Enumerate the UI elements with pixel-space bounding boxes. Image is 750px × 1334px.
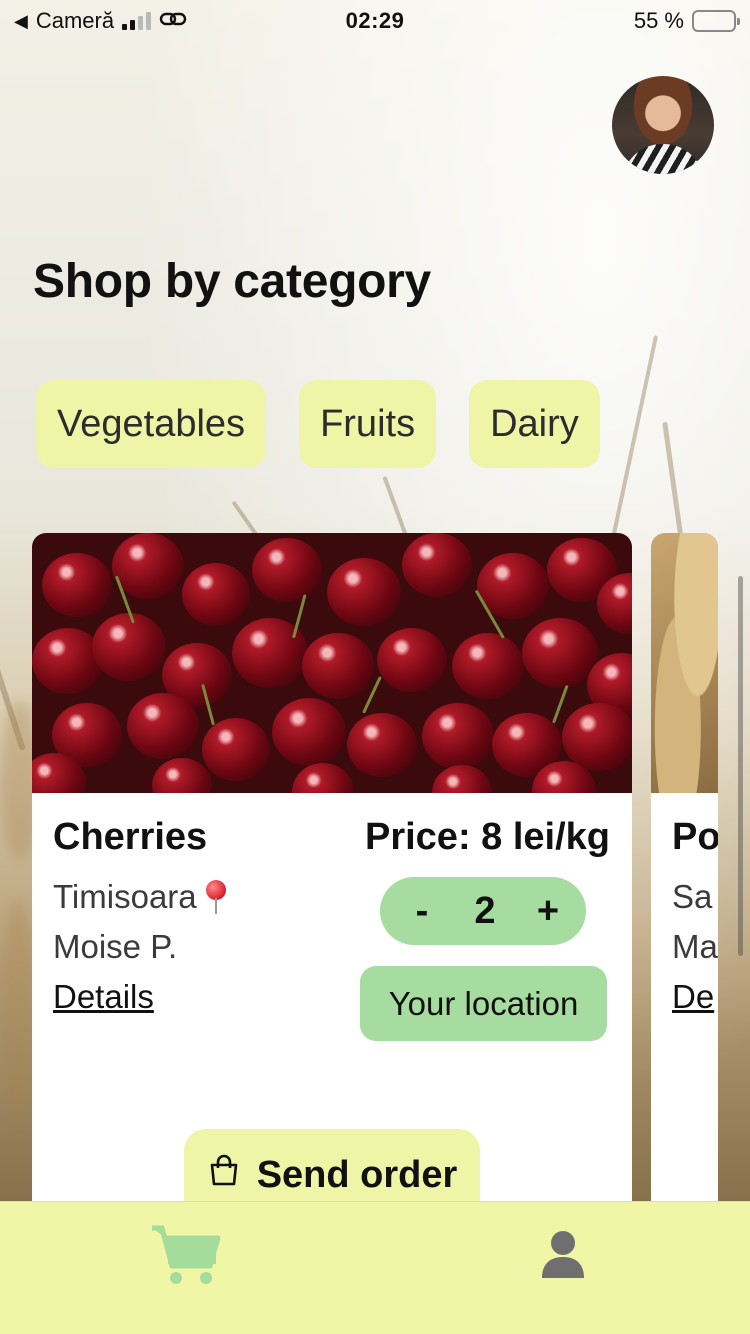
category-chips: Vegetables Fruits Dairy [36, 380, 600, 468]
product-card-next[interactable]: Po Sa Ma De [651, 533, 718, 1233]
cherry-texture [432, 765, 492, 793]
pin-icon [203, 880, 229, 914]
category-chip-fruits[interactable]: Fruits [299, 380, 437, 468]
cherry-texture [562, 703, 632, 772]
product-name-next: Po [672, 816, 718, 858]
details-link-next[interactable]: De [672, 978, 714, 1016]
cherry-texture [127, 693, 199, 760]
status-bar: ◀ Cameră 02:29 55 % [0, 0, 750, 40]
product-image-cherries [32, 533, 632, 793]
cherry-texture [522, 618, 598, 688]
cherry-texture [292, 763, 354, 793]
category-chip-dairy[interactable]: Dairy [469, 380, 600, 468]
product-city-label: Timisoara [53, 878, 197, 915]
product-name: Cherries [53, 816, 208, 858]
product-image-next [651, 533, 718, 793]
cart-icon[interactable] [150, 1222, 222, 1288]
page-title: Shop by category [33, 255, 431, 308]
your-location-button[interactable]: Your location [360, 966, 607, 1041]
cherry-stem [552, 684, 569, 724]
quantity-stepper: - 2 + [380, 877, 586, 945]
cherry-texture [92, 613, 166, 682]
cherry-texture [182, 563, 250, 626]
battery-percent: 55 % [633, 8, 684, 33]
status-right: 55 % [633, 8, 740, 34]
category-chip-vegetables[interactable]: Vegetables [36, 380, 267, 468]
product-city: Timisoara [53, 878, 229, 916]
cherry-texture [202, 718, 270, 781]
product-price: Price: 8 lei/kg [364, 816, 610, 858]
details-link[interactable]: Details [53, 978, 154, 1016]
product-card-cherries: Cherries Price: 8 lei/kg Timisoara Moise… [32, 533, 632, 1233]
send-order-label: Send order [256, 1153, 458, 1196]
cherry-texture [452, 633, 524, 700]
product-city-next: Sa [672, 878, 713, 915]
cherry-texture [302, 633, 374, 700]
cherry-texture [327, 558, 401, 627]
shopping-bag-icon [207, 1153, 241, 1197]
cherry-texture [272, 698, 346, 767]
product-seller: Moise P. [53, 928, 178, 965]
cherry-texture [422, 703, 494, 770]
cherry-texture [347, 713, 417, 778]
cherry-texture [42, 553, 112, 618]
cherry-texture [402, 533, 472, 598]
product-seller-next: Ma [672, 928, 718, 965]
cherry-texture [252, 538, 322, 603]
battery-icon [692, 10, 740, 32]
bottom-nav [0, 1201, 750, 1334]
cherry-texture [152, 758, 212, 793]
avatar[interactable] [612, 76, 714, 174]
scrollbar[interactable] [738, 576, 743, 956]
decrement-button[interactable]: - [402, 890, 442, 933]
increment-button[interactable]: + [528, 890, 568, 933]
user-icon[interactable] [540, 1230, 586, 1280]
cherry-texture [377, 628, 447, 693]
quantity-value: 2 [474, 889, 496, 932]
